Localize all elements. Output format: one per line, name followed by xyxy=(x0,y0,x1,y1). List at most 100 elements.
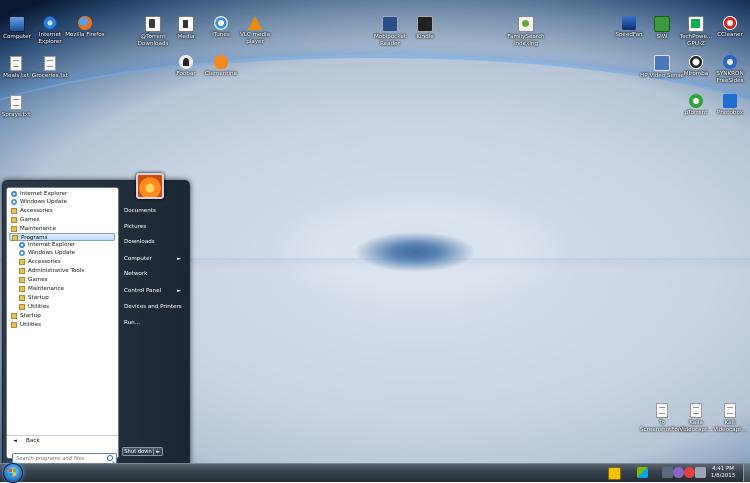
desktop-icon-label: Kalt Videocapt... xyxy=(713,420,747,433)
shortcut-icon xyxy=(145,16,161,32)
windows-update-icon xyxy=(19,250,25,256)
desktop-icon-synkron[interactable]: SYNKRON FreeSides xyxy=(708,55,750,84)
menu-item-label: Internet Explorer xyxy=(28,242,76,248)
menu-item-label: Pictures xyxy=(124,224,147,230)
folder-icon xyxy=(11,226,17,232)
desktop-icon-groceries[interactable]: Groceries.txt xyxy=(28,56,72,80)
internet-explorer-icon xyxy=(11,191,17,197)
desktop-icon-label: Media xyxy=(177,34,195,40)
menu-item-internet-explorer[interactable]: Internet Explorer xyxy=(9,190,115,198)
menu-item-startup[interactable]: Startup xyxy=(9,312,115,320)
text-file-icon xyxy=(10,56,22,71)
menu-item-label: Startup xyxy=(20,313,41,319)
menu-item-label: Documents xyxy=(124,208,156,214)
utorrent-icon xyxy=(689,94,703,108)
desktop-icon-label: Meals.txt xyxy=(3,73,29,79)
desktop-icon-label: Internet Explorer xyxy=(38,32,62,45)
desktop-icon-label: FamilySearch Indexing xyxy=(507,34,545,47)
desktop-icon-label: SpeedFan xyxy=(615,32,643,38)
show-desktop-button[interactable] xyxy=(743,464,750,482)
clementine-icon xyxy=(214,55,228,69)
folder-icon xyxy=(11,208,17,214)
menu-item-maintenance[interactable]: Maintenance xyxy=(9,225,115,233)
menu-item-maintenance-sub[interactable]: Maintenance xyxy=(9,285,115,293)
desktop-icon-label: iTunes xyxy=(212,32,230,38)
menu-item-startup-sub[interactable]: Startup xyxy=(9,294,115,302)
media-icon xyxy=(178,16,194,32)
folder-icon xyxy=(19,304,25,310)
folder-icon xyxy=(19,286,25,292)
menu-item-games[interactable]: Games xyxy=(9,216,115,224)
menu-item-utilities-sub[interactable]: Utilities xyxy=(9,303,115,311)
tray-app-icon[interactable] xyxy=(673,467,684,478)
desktop-icon-ccleaner[interactable]: CCleaner xyxy=(708,16,750,39)
tray-app-icon[interactable] xyxy=(684,467,695,478)
desktop-icon-sprays[interactable]: Sprays.txt xyxy=(0,95,38,119)
menu-item-windows-update[interactable]: Windows Update xyxy=(9,198,115,206)
chevron-right-icon: ► xyxy=(177,256,181,262)
menu-item-games-sub[interactable]: Games xyxy=(9,276,115,284)
search-input[interactable] xyxy=(13,454,107,463)
desktop-icon-vlc[interactable]: VLC media player xyxy=(233,16,277,45)
folder-icon xyxy=(19,295,25,301)
file-icon xyxy=(690,403,702,418)
desktop-icon-label: Sprays.txt xyxy=(1,112,31,118)
shutdown-button[interactable]: Shut down xyxy=(122,447,154,456)
menu-item-programs[interactable]: Programs xyxy=(9,233,115,241)
photobox-icon xyxy=(723,94,737,108)
volume-icon[interactable] xyxy=(695,467,706,478)
menu-item-label: Internet Explorer xyxy=(20,191,68,197)
desktop-icon-label: SYNKRON FreeSides xyxy=(716,71,744,84)
menu-item-label: Startup xyxy=(28,295,49,301)
network-icon[interactable] xyxy=(662,467,673,478)
desktop-icon-videocapture-2[interactable]: Kalt Videocapt... xyxy=(708,403,750,433)
menu-item-accessories-sub[interactable]: Accessories xyxy=(9,258,115,266)
menu-item-label: Devices and Printers xyxy=(124,304,182,310)
menu-item-label: Maintenance xyxy=(28,286,65,292)
clock-date: 1/8/2013 xyxy=(710,473,736,479)
desktop-icon-label: Computer xyxy=(3,34,31,40)
menu-item-devices-printers[interactable]: Devices and Printers xyxy=(121,301,187,313)
desktop-icon-label: Foobar xyxy=(176,71,196,77)
menu-item-label: Games xyxy=(28,277,48,283)
system-tray: 4:41 PM 1/8/2013 xyxy=(600,464,750,482)
back-button[interactable]: ◄ Back xyxy=(7,435,118,446)
menu-item-accessories[interactable]: Accessories xyxy=(9,207,115,215)
user-picture[interactable] xyxy=(136,173,164,199)
menu-item-utilities[interactable]: Utilities xyxy=(9,321,115,329)
menu-item-control-panel[interactable]: Control Panel ► xyxy=(121,285,187,297)
menu-item-windows-update-sub[interactable]: Windows Update xyxy=(9,249,115,257)
menu-item-computer[interactable]: Computer ► xyxy=(121,253,187,265)
programs-pane: Internet Explorer Windows Update Accesso… xyxy=(6,187,119,464)
menu-item-network[interactable]: Network xyxy=(121,268,187,280)
action-center-icon[interactable] xyxy=(637,467,648,478)
internet-explorer-icon xyxy=(19,242,25,248)
tray-app-icon[interactable] xyxy=(608,467,621,480)
menu-item-run[interactable]: Run... xyxy=(121,317,187,329)
menu-item-label: Computer xyxy=(124,256,152,262)
firefox-icon xyxy=(78,16,92,30)
desktop-icon-label: CCleaner xyxy=(717,32,743,38)
desktop-icon-familysearch[interactable]: FamilySearch Indexing xyxy=(504,16,548,47)
shutdown-options-arrow[interactable]: ► xyxy=(154,447,163,456)
familysearch-icon xyxy=(518,16,534,32)
desktop-icon-kindle[interactable]: Kindle xyxy=(403,16,447,41)
menu-item-internet-explorer-sub[interactable]: Internet Explorer xyxy=(9,241,115,249)
menu-item-pictures[interactable]: Pictures xyxy=(121,221,187,233)
search-icon[interactable] xyxy=(107,455,113,461)
start-button[interactable] xyxy=(3,463,23,483)
menu-item-administrative-tools[interactable]: Administrative Tools xyxy=(9,267,115,275)
menu-item-label: Utilities xyxy=(20,322,42,328)
folder-icon xyxy=(19,268,25,274)
folder-icon xyxy=(19,259,25,265)
menu-item-documents[interactable]: Documents xyxy=(121,205,187,217)
clock[interactable]: 4:41 PM 1/8/2013 xyxy=(706,466,740,480)
desktop-icon-firefox[interactable]: Mozilla Firefox xyxy=(63,16,107,39)
foobar-icon xyxy=(179,55,193,69)
kindle-icon xyxy=(417,16,433,32)
desktop-icon-clementine[interactable]: Clementine xyxy=(199,55,243,78)
menu-item-label: Maintenance xyxy=(20,226,57,232)
menu-item-downloads[interactable]: Downloads xyxy=(121,236,187,248)
desktop-icon-photobox[interactable]: Photobox xyxy=(708,94,750,117)
desktop-icon-label: Kindle xyxy=(416,34,434,40)
